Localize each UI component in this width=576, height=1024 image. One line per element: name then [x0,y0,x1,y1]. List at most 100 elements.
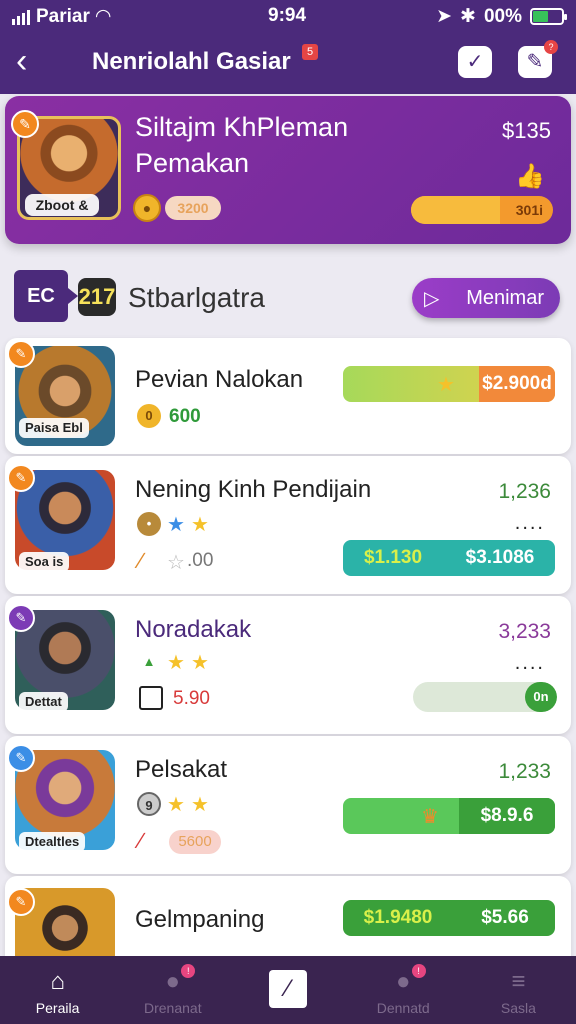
item-name: Noradakak [135,616,252,643]
pencil-icon: ✎ [7,744,35,772]
featured-progress[interactable]: 301i [411,196,553,224]
list-item[interactable]: ✎ Soa is Nening Kinh Pendijain 1,236 ...… [5,456,571,594]
status-bar: Pariar ◠ 9:94 ➤ ✱ 00% [0,0,576,32]
carrier-name: Pariar [36,5,90,27]
battery-icon [530,8,567,25]
pencil-icon: ✎ [11,110,39,138]
item-price-pill[interactable]: ★ $2.900d [343,366,555,402]
nav-label: Sasla [500,1000,536,1016]
app-header: ‹ Nenriolahl Gasiar 5 ✓ ✎? [0,32,576,94]
bottom-nav: ⌂ Peraila ● ! Drenanat ∕ ● ! Dennatd ≡ S… [0,956,576,1024]
menu-icon: ≡ [511,968,526,995]
item-caption: Dtealtles [19,832,86,852]
list-item[interactable]: ✎ Dtealtles Pelsakat 1,233 9 ★ ★ ∕ 5600 … [5,736,571,874]
item-price-pill[interactable]: $1.130 $3.1086 [343,540,555,576]
coin-icon: • [137,512,161,536]
key-icon: ∕ [139,828,143,853]
coin-icon: ● [133,194,161,222]
nav-compose[interactable]: ∕ [230,956,345,1024]
nav-menu[interactable]: ≡ Sasla [461,956,576,1024]
status-right: ➤ ✱ 00% [436,5,567,28]
menu-button[interactable]: ▷ Menimar [412,278,560,318]
nav-label: Dennatd [376,1000,430,1016]
featured-chip: 3200 [165,196,221,220]
item-rating: .00 [187,550,214,571]
list-item[interactable]: ✎ Paisa Ebl Pevian Nalokan 0 600 ★ $2.90… [5,338,571,454]
item-price-old: $1.9480 [363,907,433,928]
pencil-icon: ✎ [7,888,35,916]
nav-label: Drenanat [144,1000,202,1016]
item-price: $3.1086 [465,547,535,568]
thumbs-up-icon[interactable]: 👍 [515,162,545,191]
section-header: EC 217 Stbarlgatra ▷ Menimar [0,256,576,336]
star-icon: ★ [167,794,185,816]
item-name: Pelsakat [135,756,228,783]
featured-price: $135 [502,118,551,143]
featured-card[interactable]: ✎ Zboot & Siltajm KhPleman Pemakan $135 … [5,96,571,244]
download-icon: ✓ [466,51,484,73]
star-outline-icon: ☆ [167,552,185,574]
menu-button-label: Menimar [466,286,544,309]
section-tag: EC [14,270,78,322]
star-icon: ★ [191,794,209,816]
item-price-pill[interactable]: $1.9480 $5.66 [343,900,555,936]
star-icon: ★ [167,652,185,674]
item-name: Pevian Nalokan [135,366,304,393]
progress-label: 301i [515,202,543,218]
edit-icon: ∕ [269,970,307,1008]
status-time: 9:94 [268,5,307,26]
coin-icon: 0 [137,404,161,428]
item-value: 1,236 [498,480,551,503]
item-price-old: $1.130 [363,547,423,568]
crown-icon: ♛ [421,806,439,828]
item-progress[interactable]: 0n [413,682,557,712]
featured-caption: Zboot & [25,194,99,216]
notifications-button[interactable]: ✎? [518,40,558,78]
pencil-icon: ✎ [7,604,35,632]
status-left: Pariar ◠ [12,5,111,28]
item-coins: 600 [169,406,201,427]
pencil-icon: ∕ [139,548,143,573]
back-button[interactable]: ‹ [16,44,52,80]
progress-fill: 0n [525,682,557,712]
title-badge: 5 [302,44,318,60]
pencil-icon: ✎ [7,464,35,492]
section-count: 217 [78,278,116,316]
home-icon: ⌂ [50,968,65,995]
item-price: $8.9.6 [459,798,555,834]
star-icon: ★ [437,374,455,396]
section-title: Stbarlgatra [128,282,265,313]
item-price-pill[interactable]: ♛ $8.9.6 [343,798,555,834]
item-caption: Soa is [19,552,70,572]
list-item[interactable]: ✎ Dettat Noradakak 3,233 .... ▲ ★ ★ 5.90… [5,596,571,734]
signal-icon [12,9,30,25]
nav-home[interactable]: ⌂ Peraila [0,956,115,1024]
tag-icon [139,686,163,710]
notification-dot: ! [181,964,196,978]
bluetooth-icon: ✱ [460,6,476,27]
nav-profile[interactable]: ● ! Drenanat [115,956,230,1024]
download-button[interactable]: ✓ [458,46,492,78]
star-icon: ★ [167,514,185,536]
item-value: 1,233 [498,760,551,783]
star-icon: ★ [191,514,209,536]
item-more[interactable]: .... [515,652,545,675]
item-more[interactable]: .... [515,512,545,535]
coin-icon: 9 [137,792,161,816]
item-price: $5.66 [481,907,529,928]
featured-subname: Pemakan [135,148,250,178]
item-tag-value: 5.90 [173,688,210,709]
send-icon: ▷ [424,288,440,310]
progress-fill [411,196,501,224]
item-chip: 5600 [169,830,221,854]
item-name: Nening Kinh Pendijain [135,476,372,503]
featured-name: Siltajm KhPleman [135,112,349,142]
nav-label: Peraila [35,1000,80,1016]
star-icon: ★ [191,652,209,674]
nav-users[interactable]: ● ! Dennatd [346,956,461,1024]
edit-icon: ✎ [526,51,544,73]
notification-dot: ! [411,964,426,978]
battery-percent: 00% [483,5,522,27]
pencil-icon: ✎ [7,340,35,368]
wifi-icon: ◠ [95,6,111,27]
